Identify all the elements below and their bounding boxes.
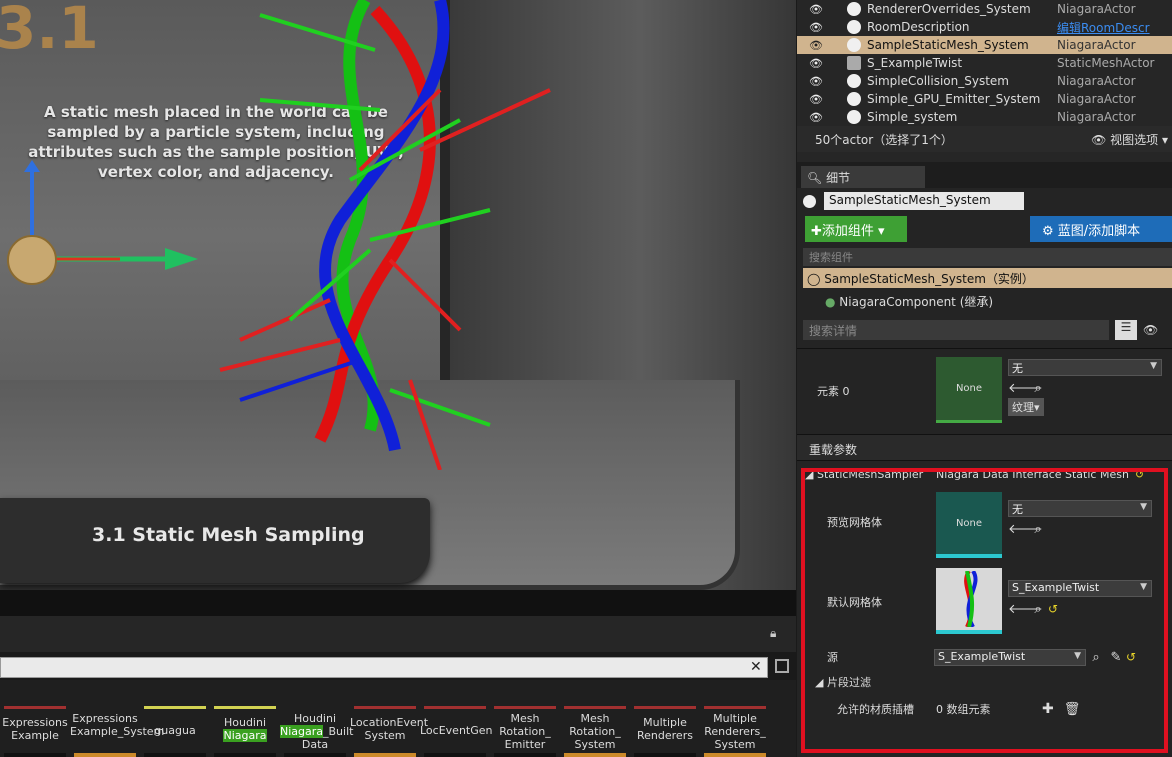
actor-count: 50个actor（选择了1个） (815, 132, 953, 147)
actor-icon (847, 20, 861, 34)
actor-name-row: SampleStaticMesh_System (797, 188, 1172, 214)
transform-gizmo[interactable] (0, 160, 200, 290)
viewport-heading: 3.1 (0, 0, 99, 62)
level-viewport[interactable]: 3.1 A static mesh placed in the world ca… (0, 0, 796, 590)
particle-helix (219, 0, 551, 470)
niagara-component-icon: ● (825, 295, 840, 309)
asset-tile[interactable]: guagua (140, 680, 210, 757)
eye-icon: 👁︎ (1091, 132, 1111, 147)
asset-tile[interactable]: Multiple Renderers (630, 680, 700, 757)
content-search-input[interactable] (0, 657, 768, 678)
texture-dropdown[interactable]: 纹理▾ (1008, 398, 1044, 416)
details-search-input[interactable]: 搜索详情 (803, 320, 1109, 340)
actor-sphere-icon (803, 194, 816, 208)
outliner-row[interactable]: 👁︎ Simple_GPU_Emitter_System NiagaraActor (797, 90, 1172, 108)
tab-details[interactable]: 🔍︎ 细节 (801, 166, 925, 188)
content-browser-assets: Expressions Example Expressions Example_… (0, 680, 796, 757)
element0-label: 元素 0 (817, 385, 850, 398)
asset-tile[interactable]: Houdini Niagara (210, 680, 280, 757)
actor-name-field[interactable]: SampleStaticMesh_System (824, 192, 1024, 210)
add-component-button[interactable]: ✚添加组件 ▾ (805, 216, 907, 242)
details-search-row: 搜索详情 ☰ 👁︎ (797, 316, 1172, 344)
gear-icon: ⚙ (1042, 224, 1058, 239)
visibility-eye-icon[interactable]: 👁︎ (809, 39, 825, 52)
edit-blueprint-link[interactable]: 编辑RoomDescr (1057, 19, 1150, 36)
asset-tile[interactable]: Expressions Example_System (70, 680, 164, 757)
outliner-row[interactable]: 👁︎ RoomDescription 编辑RoomDescr (797, 18, 1172, 36)
component-sphere-icon: ◯ (807, 272, 825, 286)
asset-tile[interactable]: Houdini Niagara_Built Data (280, 680, 353, 757)
eye-options-icon[interactable]: 👁︎ (1143, 323, 1158, 337)
actor-icon (847, 110, 861, 124)
asset-tile[interactable]: Expressions Example (0, 680, 70, 757)
override-params-header[interactable]: 重载参数 (797, 434, 1172, 460)
component-toolbar: ✚添加组件 ▾ ⚙ 蓝图/添加脚本 (797, 214, 1172, 244)
actor-icon (847, 2, 861, 16)
asset-tile[interactable]: Mesh Rotation_ System (560, 680, 630, 757)
blueprint-button[interactable]: ⚙ 蓝图/添加脚本 (1030, 216, 1172, 242)
asset-tile[interactable]: Multiple Renderers_ System (700, 680, 770, 757)
browse-icon[interactable]: ⌕ (1028, 381, 1048, 396)
material-select[interactable]: 无 (1008, 359, 1162, 376)
asset-tile[interactable]: Mesh Rotation_ Emitter (490, 680, 560, 757)
visibility-eye-icon[interactable]: 👁︎ (809, 75, 825, 88)
component-search-input[interactable]: 搜索组件 (803, 248, 1172, 266)
asset-tile[interactable]: LocationEvent System (350, 680, 428, 757)
visibility-eye-icon[interactable]: 👁︎ (809, 93, 825, 106)
visibility-eye-icon[interactable]: 👁︎ (809, 21, 825, 34)
visibility-eye-icon[interactable]: 👁︎ (809, 3, 825, 16)
outliner-row[interactable]: 👁︎ Simple_system NiagaraActor (797, 108, 1172, 126)
outliner-row[interactable]: 👁︎ S_ExampleTwist StaticMeshActor (797, 54, 1172, 72)
view-options-button[interactable]: 👁︎ 视图选项 ▾ (1091, 131, 1168, 148)
use-selected-icon[interactable]: 🡐 (1008, 380, 1043, 396)
element0-row: 元素 0 None 无 🡐⌕ 纹理▾ (797, 348, 1172, 434)
visibility-eye-icon[interactable]: 👁︎ (809, 111, 825, 124)
component-child-row[interactable]: ● NiagaraComponent (继承) (797, 288, 1172, 314)
list-view-icon[interactable]: ☰ (1115, 320, 1137, 340)
plaque-title: 3.1 Static Mesh Sampling (92, 524, 365, 546)
lock-icon[interactable]: 🔒︎ (770, 626, 776, 641)
actor-icon (847, 38, 861, 52)
outliner-footer: 50个actor（选择了1个） 👁︎ 视图选项 ▾ (797, 126, 1172, 152)
actor-icon (847, 56, 861, 70)
save-search-icon[interactable] (775, 659, 789, 673)
details-icon: 🔍︎ (807, 171, 827, 185)
component-root-row[interactable]: ◯ SampleStaticMesh_System（实例） (803, 268, 1172, 288)
actor-icon (847, 92, 861, 106)
details-tab-row: 🔍︎ 细节 (797, 162, 1172, 188)
visibility-eye-icon[interactable]: 👁︎ (809, 57, 825, 70)
material-thumbnail[interactable]: None (936, 357, 1002, 423)
asset-tile[interactable]: LocEventGen (420, 680, 493, 757)
highlight-box (801, 468, 1168, 753)
clear-search-icon[interactable]: ✕ (750, 659, 762, 675)
viewport-bottom-strip (0, 590, 796, 616)
outliner-row-selected[interactable]: 👁︎ SampleStaticMesh_System NiagaraActor (797, 36, 1172, 54)
world-outliner: 👁︎ RendererOverrides_System NiagaraActor 👁… (797, 0, 1172, 162)
outliner-row[interactable]: 👁︎ RendererOverrides_System NiagaraActor (797, 0, 1172, 18)
actor-icon (847, 74, 861, 88)
content-browser-toolbar (0, 616, 796, 652)
outliner-row[interactable]: 👁︎ SimpleCollision_System NiagaraActor (797, 72, 1172, 90)
